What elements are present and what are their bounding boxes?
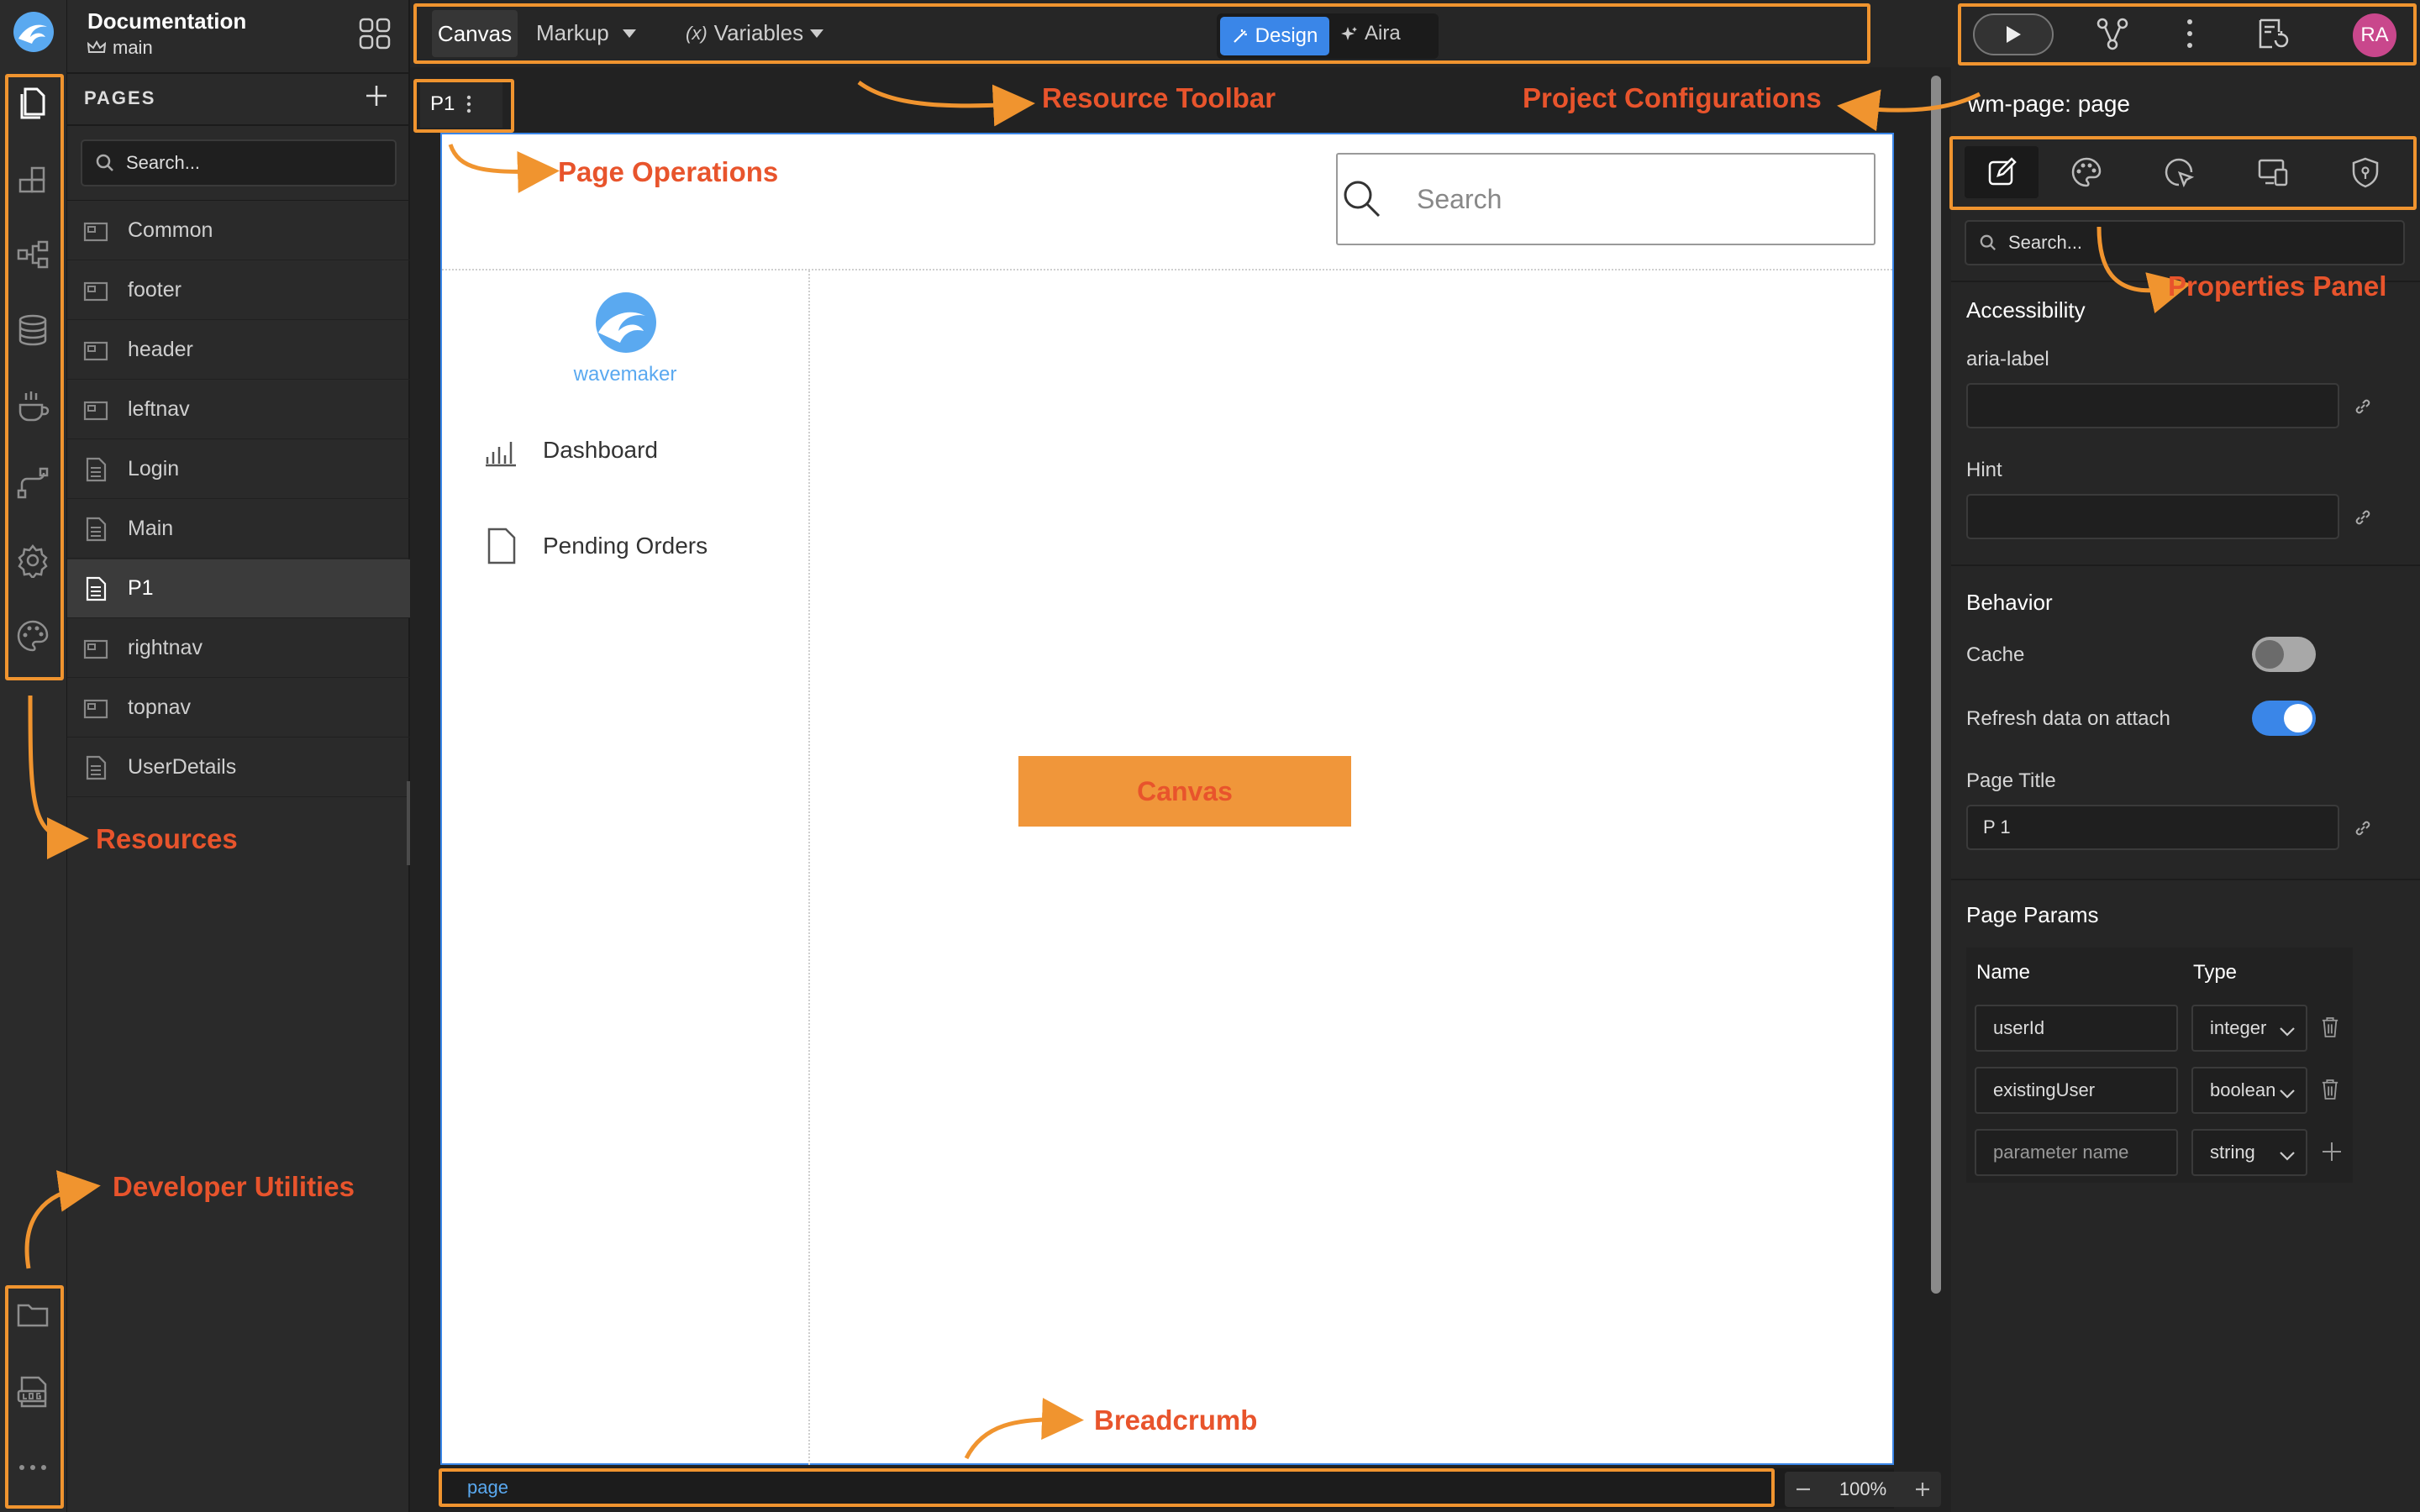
annotation-page-operations: Page Operations	[558, 156, 779, 187]
annotation-resources: Resources	[96, 823, 238, 854]
annotation-resource-toolbar: Resource Toolbar	[1042, 82, 1276, 113]
annotation-developer-utilities: Developer Utilities	[113, 1171, 355, 1202]
annotation-breadcrumb: Breadcrumb	[1094, 1404, 1258, 1436]
annotation-project-configurations: Project Configurations	[1523, 82, 1822, 113]
annotation-arrows	[24, 80, 2191, 1460]
annotation-properties-panel: Properties Panel	[2168, 270, 2387, 302]
